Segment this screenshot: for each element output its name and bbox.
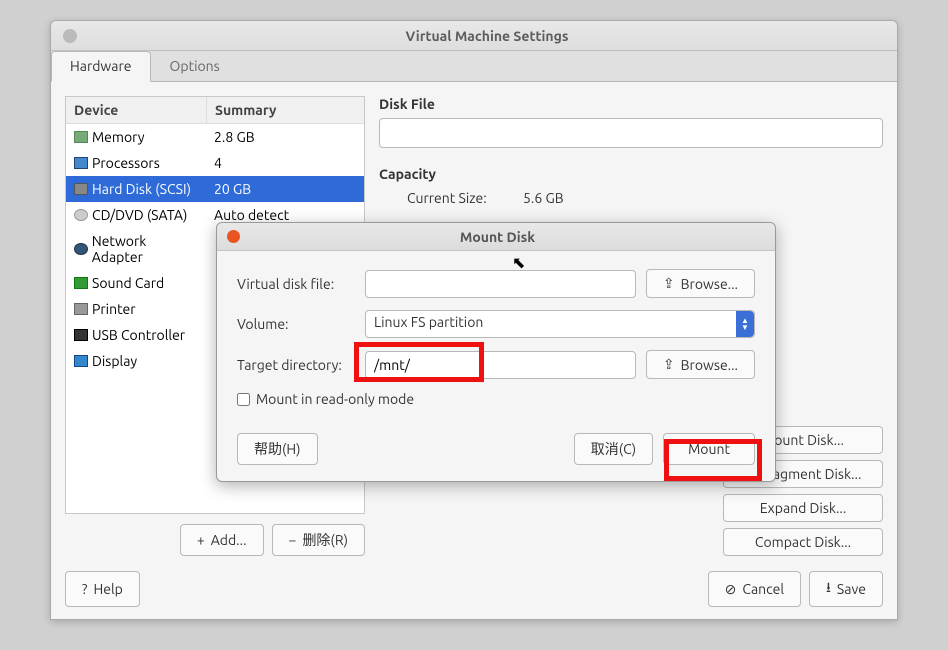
browse-target-button[interactable]: ⇪Browse... [646,350,755,379]
dialog-help-button[interactable]: 帮助(H) [237,433,318,465]
target-label: Target directory: [237,357,355,373]
readonly-checkbox[interactable] [237,393,250,406]
cancel-button[interactable]: ⊘Cancel [708,571,801,607]
dialog-title: Mount Disk [240,229,775,245]
mount-button[interactable]: Mount [663,433,755,465]
current-size-label: Current Size: [407,190,507,206]
help-button[interactable]: ?Help [65,571,140,607]
titlebar: Virtual Machine Settings [51,21,897,51]
browse-vdisk-button[interactable]: ⇪Browse... [646,269,755,298]
upload-icon: ⇪ [663,275,675,292]
volume-value: Linux FS partition [374,314,483,330]
remove-button[interactable]: −删除(R) [272,524,365,556]
cpu-icon [74,157,88,169]
capacity-label: Capacity [379,166,883,182]
readonly-label: Mount in read-only mode [256,391,414,407]
close-icon[interactable] [63,29,77,43]
device-summary: 20 GB [206,179,364,199]
device-summary: 4 [206,153,364,173]
compact-disk-button[interactable]: Compact Disk... [723,528,883,556]
device-name: Hard Disk (SCSI) [92,181,191,197]
plus-icon: + [197,532,205,548]
device-name: Network Adapter [92,233,198,265]
readonly-checkbox-row[interactable]: Mount in read-only mode [237,391,414,407]
device-name: Sound Card [92,275,164,291]
expand-disk-button[interactable]: Expand Disk... [723,494,883,522]
mem-icon [74,131,88,143]
volume-label: Volume: [237,316,355,332]
device-name: Printer [92,301,136,317]
disk-file-input[interactable] [379,118,883,148]
col-summary: Summary [206,97,364,123]
col-device: Device [66,97,206,123]
device-name: Processors [92,155,160,171]
device-row-memory[interactable]: Memory 2.8 GB [66,124,364,150]
device-name: Memory [92,129,145,145]
device-row-processors[interactable]: Processors 4 [66,150,364,176]
volume-select[interactable]: Linux FS partition ▲▼ [365,310,755,338]
mount-disk-dialog: Mount Disk ⬉ Virtual disk file: ⇪Browse.… [216,222,776,482]
disk-file-label: Disk File [379,96,883,112]
save-icon: ⭳ [826,577,831,601]
minus-icon: − [289,532,297,548]
disk-icon [74,183,88,195]
chevron-updown-icon: ▲▼ [736,311,754,337]
cancel-icon: ⊘ [725,581,737,598]
vdisk-label: Virtual disk file: [237,276,355,292]
window-title: Virtual Machine Settings [77,28,897,44]
prn-icon [74,303,88,315]
cd-icon [74,209,88,221]
help-icon: ? [82,581,87,597]
target-input[interactable] [365,351,636,379]
device-row-hard-disk-scsi-[interactable]: Hard Disk (SCSI) 20 GB [66,176,364,202]
tab-hardware[interactable]: Hardware [51,51,151,82]
close-icon[interactable] [227,230,240,243]
device-summary: 2.8 GB [206,127,364,147]
device-name: Display [92,353,137,369]
device-name: CD/DVD (SATA) [92,207,187,223]
add-button[interactable]: +Add... [180,524,264,556]
snd-icon [74,277,88,289]
tab-options[interactable]: Options [151,51,239,81]
current-size-value: 5.6 GB [523,190,564,206]
usb-icon [74,329,88,341]
save-button[interactable]: ⭳Save [809,571,883,607]
disp-icon [74,355,88,367]
dialog-cancel-button[interactable]: 取消(C) [574,433,653,465]
net-icon [74,243,88,255]
tabs: Hardware Options [51,51,897,82]
upload-icon: ⇪ [663,356,675,373]
vdisk-input[interactable] [365,270,636,298]
device-name: USB Controller [92,327,185,343]
